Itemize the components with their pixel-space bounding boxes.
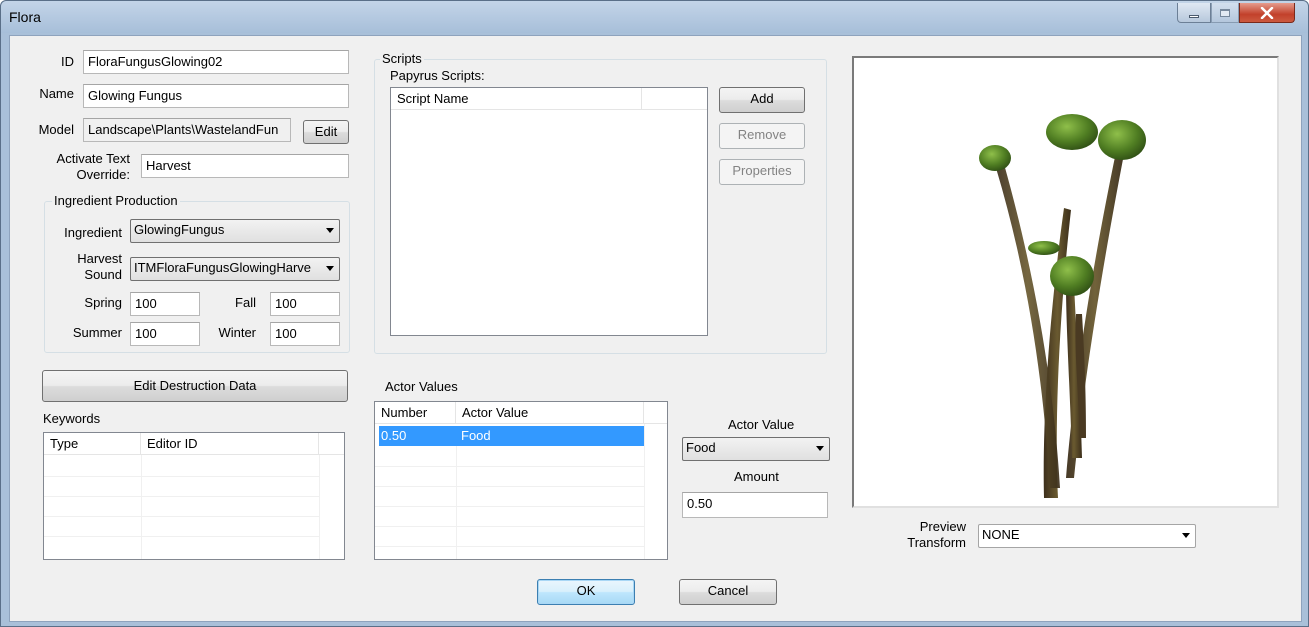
actor-value-select-label: Actor Value	[728, 417, 795, 432]
keywords-grid-hline	[44, 516, 319, 517]
keywords-grid-vline	[319, 455, 320, 559]
ingredient-production-title: Ingredient Production	[52, 193, 180, 208]
keywords-column-type[interactable]: Type	[44, 433, 141, 455]
spring-field[interactable]: 100	[130, 292, 200, 316]
fall-field[interactable]: 100	[270, 292, 340, 316]
preview-transform-label-line2: Transform	[907, 535, 966, 550]
chevron-down-icon	[816, 446, 824, 451]
preview-transform-select[interactable]: NONE	[978, 524, 1196, 548]
actor-values-column-actor-value[interactable]: Actor Value	[456, 402, 644, 424]
model-label: Model	[38, 122, 74, 137]
amount-field[interactable]: 0.50	[682, 492, 828, 518]
actor-values-grid-hline	[375, 526, 644, 527]
flora-dialog-window: Flora ID FloraFungusGlowing02 Name Glowi…	[0, 0, 1309, 627]
actor-value-row[interactable]: 0.50 Food	[379, 426, 644, 446]
actor-values-grid-hline	[375, 546, 644, 547]
fall-label: Fall	[235, 295, 256, 310]
spring-label: Spring	[84, 295, 122, 310]
harvest-sound-label-line1: Harvest	[77, 251, 122, 266]
amount-label: Amount	[734, 469, 779, 484]
name-label: Name	[39, 86, 74, 101]
summer-label: Summer	[72, 325, 122, 340]
id-label: ID	[61, 54, 74, 69]
maximize-button	[1211, 3, 1239, 23]
keywords-grid-hline	[44, 536, 319, 537]
ingredient-select[interactable]: GlowingFungus	[130, 219, 340, 243]
activate-text-label-line1: Activate Text	[56, 151, 130, 166]
glowing-fungus-model-image	[979, 114, 1146, 498]
preview-transform-label-line1: Preview	[919, 519, 966, 534]
model-path-field: Landscape\Plants\WastelandFun	[83, 118, 291, 142]
actor-values-grid-vline	[456, 446, 457, 559]
maximize-icon	[1220, 8, 1230, 17]
harvest-sound-label-line2: Sound	[84, 267, 122, 282]
script-properties-button[interactable]: Properties	[719, 159, 805, 185]
winter-label: Winter	[218, 325, 256, 340]
ok-button[interactable]: OK	[537, 579, 635, 605]
minimize-icon	[1189, 15, 1199, 18]
actor-values-grid-hline	[375, 506, 644, 507]
summer-field[interactable]: 100	[130, 322, 200, 346]
harvest-sound-select-value: ITMFloraFungusGlowingHarve	[134, 260, 312, 275]
actor-value-select[interactable]: Food	[682, 437, 830, 461]
keywords-list[interactable]: Type Editor ID	[43, 432, 345, 560]
keywords-grid-vline	[141, 455, 142, 559]
name-field[interactable]: Glowing Fungus	[83, 84, 349, 108]
scripts-group-title: Scripts	[380, 51, 424, 66]
actor-value-row-name: Food	[461, 428, 491, 443]
close-icon	[1260, 6, 1274, 19]
cancel-button[interactable]: Cancel	[679, 579, 777, 605]
actor-value-select-value: Food	[686, 440, 716, 455]
preview-transform-select-value: NONE	[982, 527, 1020, 542]
keywords-grid-hline	[44, 496, 319, 497]
actor-value-row-number: 0.50	[381, 428, 407, 443]
activate-text-label-line2: Override:	[76, 167, 130, 182]
chevron-down-icon	[326, 266, 334, 271]
actor-values-grid-vline	[644, 424, 645, 559]
actor-values-list[interactable]: Number Actor Value 0.50 Food	[374, 401, 668, 560]
window-title: Flora	[9, 9, 41, 25]
add-script-button[interactable]: Add	[719, 87, 805, 113]
harvest-sound-select[interactable]: ITMFloraFungusGlowingHarve	[130, 257, 340, 281]
keywords-grid-hline	[44, 476, 319, 477]
winter-field[interactable]: 100	[270, 322, 340, 346]
actor-values-list-header: Number Actor Value	[375, 402, 667, 424]
remove-script-button[interactable]: Remove	[719, 123, 805, 149]
activate-text-override-field[interactable]: Harvest	[141, 154, 349, 178]
actor-values-label: Actor Values	[385, 379, 458, 394]
model-edit-button[interactable]: Edit	[303, 120, 349, 144]
chevron-down-icon	[1182, 533, 1190, 538]
ingredient-label: Ingredient	[64, 225, 122, 240]
papyrus-scripts-label: Papyrus Scripts:	[390, 68, 485, 83]
model-preview-viewport[interactable]	[852, 56, 1279, 508]
keywords-list-header: Type Editor ID	[44, 433, 344, 455]
close-button[interactable]	[1239, 3, 1295, 23]
actor-values-column-number[interactable]: Number	[375, 402, 456, 424]
dialog-client-area: ID FloraFungusGlowing02 Name Glowing Fun…	[9, 35, 1302, 622]
scripts-column-name[interactable]: Script Name	[391, 88, 642, 110]
id-field[interactable]: FloraFungusGlowing02	[83, 50, 349, 74]
actor-values-grid-hline	[375, 486, 644, 487]
minimize-button[interactable]	[1177, 3, 1211, 23]
ingredient-select-value: GlowingFungus	[134, 222, 225, 237]
actor-values-grid-hline	[375, 466, 644, 467]
keywords-column-editor-id[interactable]: Editor ID	[141, 433, 319, 455]
title-bar[interactable]: Flora	[1, 1, 1308, 33]
keywords-label: Keywords	[43, 411, 101, 426]
scripts-list-header: Script Name	[391, 88, 707, 110]
papyrus-scripts-list[interactable]: Script Name	[390, 87, 708, 336]
edit-destruction-data-button[interactable]: Edit Destruction Data	[42, 370, 348, 402]
chevron-down-icon	[326, 228, 334, 233]
